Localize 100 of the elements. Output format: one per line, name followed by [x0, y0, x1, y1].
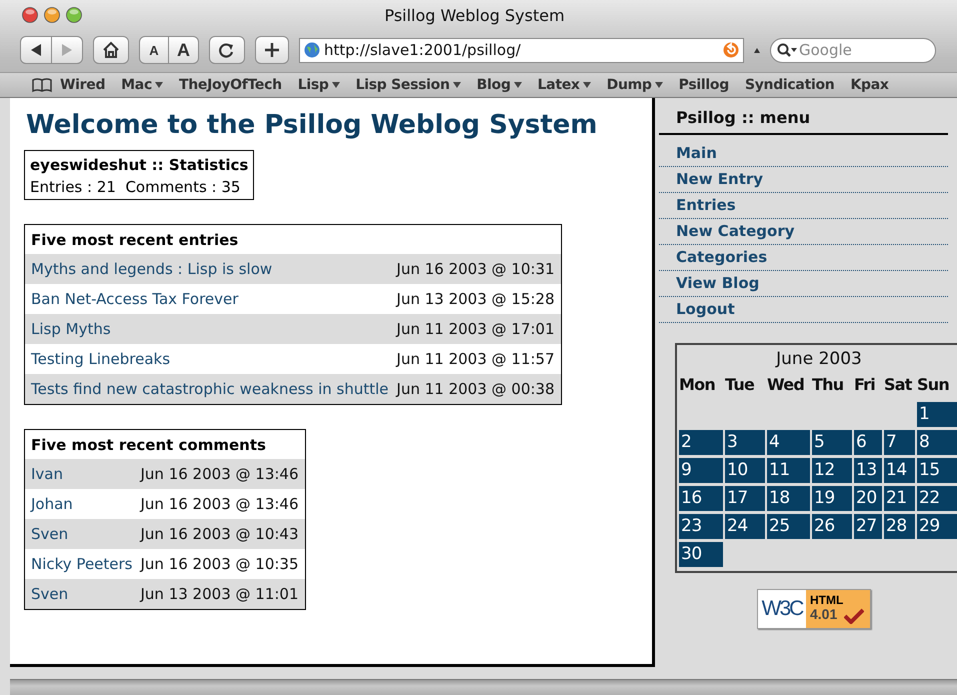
menu-link[interactable]: Main [659, 141, 948, 167]
window-title: Psillog Weblog System [383, 6, 566, 24]
menu-link[interactable]: Logout [659, 297, 948, 323]
calendar-day[interactable]: 6 [854, 430, 882, 455]
house-icon [102, 41, 120, 59]
caret-icon [582, 82, 591, 88]
caret-icon [754, 46, 760, 54]
bookmark-item[interactable]: Kpax [842, 77, 897, 93]
search-field[interactable]: Google [770, 38, 936, 62]
calendar-day[interactable]: 11 [767, 458, 810, 483]
address-input[interactable]: http://slave1:2001/psillog/ [324, 41, 719, 59]
entry-link[interactable]: Tests find new catastrophic weakness in shuttle [31, 380, 389, 398]
menu-link[interactable]: New Category [659, 219, 948, 245]
close-button[interactable] [22, 7, 38, 23]
menu-link[interactable]: View Blog [659, 271, 948, 297]
calendar-day[interactable]: 2 [679, 430, 723, 455]
calendar-day[interactable]: 15 [917, 458, 957, 483]
author-link[interactable]: Nicky Peeters [31, 555, 132, 573]
calendar-day[interactable]: 24 [725, 514, 765, 539]
entry-link[interactable]: Lisp Myths [31, 320, 111, 338]
back-button[interactable] [20, 36, 52, 64]
date-text: Jun 16 2003 @ 13:46 [140, 465, 298, 483]
badge-version: 4.01 [810, 607, 838, 621]
bookmark-item[interactable]: Lisp [290, 77, 348, 93]
calendar-day[interactable]: 19 [812, 486, 852, 511]
reload-button[interactable] [209, 36, 245, 64]
text-smaller-button[interactable]: A [139, 36, 169, 64]
entry-link[interactable]: Testing Linebreaks [31, 350, 170, 368]
bookmark-item[interactable]: TheJoyOfTech [170, 77, 290, 93]
calendar-day[interactable]: 21 [884, 486, 915, 511]
weekday-label: Wed [767, 375, 804, 396]
calendar-day[interactable]: 14 [884, 458, 915, 483]
address-field[interactable]: http://slave1:2001/psillog/ [299, 38, 744, 62]
author-link[interactable]: Johan [31, 495, 73, 513]
calendar-day[interactable]: 20 [854, 486, 882, 511]
calendar-day[interactable]: 17 [725, 486, 765, 511]
date-text: Jun 11 2003 @ 00:38 [396, 380, 555, 398]
calendar-day[interactable]: 22 [917, 486, 957, 511]
calendar-day[interactable]: 29 [917, 514, 957, 539]
entry-link[interactable]: Myths and legends : Lisp is slow [31, 260, 272, 278]
calendar-day[interactable]: 5 [812, 430, 852, 455]
menu-link[interactable]: New Entry [659, 167, 948, 193]
bookmark-item[interactable]: Lisp Session [348, 77, 469, 93]
calendar-day[interactable]: 23 [679, 514, 723, 539]
author-link[interactable]: Sven [31, 585, 68, 603]
calendar-day[interactable]: 30 [679, 542, 723, 567]
minimize-button[interactable] [44, 7, 60, 23]
calendar-day[interactable]: 16 [679, 486, 723, 511]
globe-icon [304, 42, 320, 58]
date-text: Jun 16 2003 @ 13:46 [140, 495, 298, 513]
weekday-label: Sat [884, 375, 912, 396]
caret-icon [154, 82, 163, 88]
calendar-day[interactable]: 18 [767, 486, 810, 511]
add-bookmark-button[interactable] [255, 36, 289, 64]
month-title: June 2003 [774, 349, 863, 371]
author-link[interactable]: Ivan [31, 465, 63, 483]
calendar-day[interactable]: 27 [854, 514, 882, 539]
calendar-day[interactable]: 10 [725, 458, 765, 483]
entry-link[interactable]: Ban Net-Access Tax Forever [31, 290, 238, 308]
calendar-day[interactable]: 8 [917, 430, 957, 455]
calendar-day[interactable]: 13 [854, 458, 882, 483]
calendar-day[interactable]: 3 [725, 430, 765, 455]
weekday-label: Fri [854, 375, 875, 396]
bookmark-item[interactable]: Dump [598, 77, 671, 93]
badge-label: HTML [810, 593, 844, 607]
date-text: Jun 13 2003 @ 15:28 [396, 290, 555, 308]
page-heading: Welcome to the Psillog Weblog System [26, 110, 598, 140]
table-title: Five most recent entries [30, 230, 240, 251]
author-link[interactable]: Sven [31, 525, 68, 543]
menu-link[interactable]: Entries [659, 193, 948, 219]
search-input[interactable]: Google [799, 41, 909, 59]
text-bigger-button[interactable]: A [169, 36, 199, 64]
book-icon[interactable] [32, 77, 52, 93]
calendar-day[interactable]: 12 [812, 458, 852, 483]
reload-icon [218, 42, 236, 58]
calendar-day[interactable]: 7 [884, 430, 915, 455]
snapback-icon[interactable] [723, 42, 739, 58]
forward-arrow-icon [60, 44, 74, 56]
calendar-day[interactable]: 28 [884, 514, 915, 539]
bookmark-item[interactable]: Latex [530, 77, 599, 93]
caret-icon [514, 82, 522, 88]
menu-title: Psillog :: menu [659, 108, 948, 135]
bookmark-item[interactable]: Psillog [670, 77, 737, 93]
bookmark-item[interactable]: Wired [52, 77, 114, 93]
calendar-day[interactable]: 1 [917, 402, 957, 427]
zoom-button[interactable] [66, 7, 82, 23]
statistics-counts: Entries : 21 Comments : 35 [30, 178, 242, 196]
date-text: Jun 16 2003 @ 10:43 [140, 525, 298, 543]
calendar-day[interactable]: 4 [767, 430, 810, 455]
checkmark-icon [844, 607, 864, 624]
caret-icon [452, 82, 461, 88]
bookmark-item[interactable]: Syndication [736, 77, 842, 93]
menu-link[interactable]: Categories [659, 245, 948, 271]
bookmark-item[interactable]: Mac [113, 77, 171, 93]
bookmark-item[interactable]: Blog [468, 77, 530, 93]
calendar-day[interactable]: 26 [812, 514, 852, 539]
calendar-day[interactable]: 25 [767, 514, 810, 539]
plus-icon [264, 42, 280, 58]
calendar-day[interactable]: 9 [679, 458, 723, 483]
home-button[interactable] [93, 36, 129, 64]
